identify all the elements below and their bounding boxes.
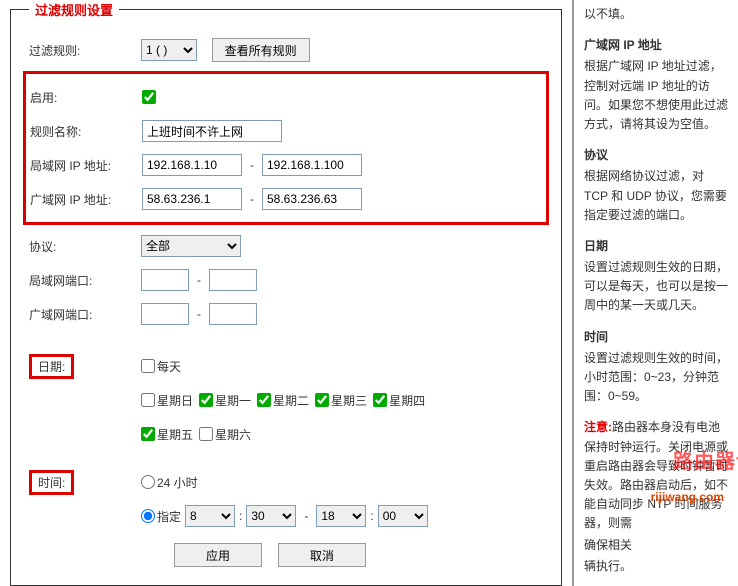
side-h-proto: 协议 [584, 146, 729, 165]
tuesday-label: 星期二 [273, 392, 309, 409]
range-sep: - [197, 307, 201, 321]
everyday-checkbox[interactable] [141, 359, 155, 373]
label-lan-ip: 局域网 IP 地址: [30, 157, 142, 174]
label-protocol: 协议: [29, 238, 141, 255]
label-time: 时间: [29, 470, 74, 495]
range-sep: - [250, 158, 254, 172]
thursday-label: 星期四 [389, 392, 425, 409]
side-p-date: 设置过滤规则生效的日期，可以是每天，也可以是按一周中的某一天或几天。 [584, 258, 729, 316]
hour-to-select[interactable]: 18 [316, 505, 366, 527]
min-to-select[interactable]: 00 [378, 505, 428, 527]
wednesday-label: 星期三 [331, 392, 367, 409]
enable-checkbox[interactable] [142, 90, 156, 104]
monday-label: 星期一 [215, 392, 251, 409]
label-rule-name: 规则名称: [30, 123, 142, 140]
lan-port-to-input[interactable] [209, 269, 257, 291]
lan-ip-to-input[interactable] [262, 154, 362, 176]
cancel-button[interactable]: 取消 [278, 543, 366, 567]
apply-button[interactable]: 应用 [174, 543, 262, 567]
rule-name-input[interactable] [142, 120, 282, 142]
label-filter-rule: 过滤规则: [29, 42, 141, 59]
side-p-wanip: 根据广域网 IP 地址过滤，控制对远端 IP 地址的访问。如果您不想使用此过滤方… [584, 57, 729, 134]
protocol-select[interactable]: 全部 [141, 235, 241, 257]
colon: : [370, 509, 373, 523]
label-enable: 启用: [30, 89, 142, 106]
thursday-checkbox[interactable] [373, 393, 387, 407]
wan-ip-to-input[interactable] [262, 188, 362, 210]
brand-text: rijiwang.com [651, 490, 724, 504]
fieldset-legend: 过滤规则设置 [29, 0, 119, 19]
label-wan-ip: 广域网 IP 地址: [30, 191, 142, 208]
allday-radio[interactable] [141, 475, 155, 489]
colon: : [239, 509, 242, 523]
side-h-date: 日期 [584, 237, 729, 256]
label-lan-port: 局域网端口: [29, 272, 141, 289]
sunday-label: 星期日 [157, 392, 193, 409]
side-p-proto: 根据网络协议过滤，对 TCP 和 UDP 协议，您需要指定要过滤的端口。 [584, 167, 729, 225]
side-p-time: 设置过滤规则生效的时间，小时范围：0~23，分钟范围：0~59。 [584, 349, 729, 407]
lan-port-from-input[interactable] [141, 269, 189, 291]
lan-ip-from-input[interactable] [142, 154, 242, 176]
monday-checkbox[interactable] [199, 393, 213, 407]
specify-radio[interactable] [141, 509, 155, 523]
side-top-text: 以不填。 [584, 5, 729, 24]
wan-port-to-input[interactable] [209, 303, 257, 325]
view-all-rules-button[interactable]: 查看所有规则 [212, 38, 310, 62]
side-note2: 确保相关 [584, 536, 729, 555]
label-wan-port: 广域网端口: [29, 306, 141, 323]
label-date: 日期: [29, 354, 74, 379]
range-sep: - [197, 273, 201, 287]
side-h-wanip: 广域网 IP 地址 [584, 36, 729, 55]
side-note3: 辆执行。 [584, 557, 729, 576]
saturday-checkbox[interactable] [199, 427, 213, 441]
tuesday-checkbox[interactable] [257, 393, 271, 407]
side-h-time: 时间 [584, 328, 729, 347]
watermark-text: 路由器设置 [673, 445, 738, 474]
wan-port-from-input[interactable] [141, 303, 189, 325]
side-note: 注意:路由器本身没有电池保持时钟运行。关闭电源或重启路由器会导致时钟暂时失效。路… [584, 418, 729, 533]
everyday-label: 每天 [157, 358, 181, 375]
allday-label: 24 小时 [157, 474, 198, 491]
friday-checkbox[interactable] [141, 427, 155, 441]
range-sep: - [304, 509, 308, 523]
min-from-select[interactable]: 30 [246, 505, 296, 527]
wednesday-checkbox[interactable] [315, 393, 329, 407]
sunday-checkbox[interactable] [141, 393, 155, 407]
wan-ip-from-input[interactable] [142, 188, 242, 210]
friday-label: 星期五 [157, 426, 193, 443]
saturday-label: 星期六 [215, 426, 251, 443]
hour-from-select[interactable]: 8 [185, 505, 235, 527]
specify-label: 指定 [157, 508, 181, 525]
rule-select[interactable]: 1 ( ) [141, 39, 197, 61]
range-sep: - [250, 192, 254, 206]
